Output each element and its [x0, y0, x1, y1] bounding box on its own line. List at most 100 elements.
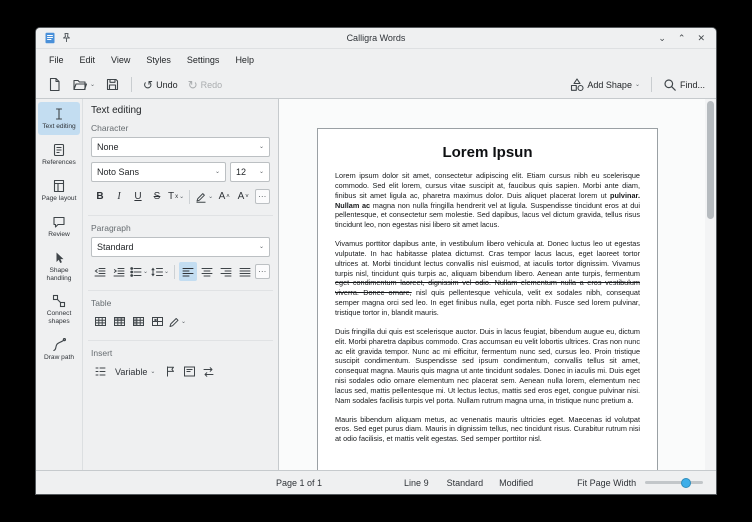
- titlebar-icons: [44, 32, 72, 44]
- titlebar[interactable]: Calligra Words ⌄ ⌃ ✕: [36, 28, 716, 49]
- maximize-button[interactable]: ⌃: [678, 33, 686, 44]
- font-size-select[interactable]: 12 ⌄: [230, 162, 270, 182]
- bookmark-flag-icon: [164, 365, 177, 378]
- sidebar-item-shape-handling[interactable]: Shape handling: [38, 246, 80, 287]
- pin-icon[interactable]: [61, 32, 72, 43]
- close-button[interactable]: ✕: [697, 33, 705, 44]
- paragraph-more-button[interactable]: ...: [255, 264, 270, 279]
- section-divider: [88, 340, 273, 341]
- underline-button[interactable]: U: [129, 187, 147, 206]
- open-document-button[interactable]: ⌄: [68, 74, 99, 96]
- modified-indicator: Modified: [499, 478, 533, 488]
- save-button[interactable]: [101, 74, 124, 96]
- table-of-contents-icon: [94, 365, 107, 378]
- sidebar-item-label: References: [42, 159, 76, 167]
- undo-button[interactable]: ↺ Undo: [139, 74, 182, 96]
- sidebar-item-review[interactable]: Review: [38, 210, 80, 243]
- insert-cross-reference-button[interactable]: [199, 362, 217, 381]
- redo-label: Redo: [201, 80, 223, 90]
- menu-styles[interactable]: Styles: [138, 51, 179, 69]
- align-left-button[interactable]: [179, 262, 197, 281]
- scrollbar-thumb[interactable]: [707, 101, 714, 219]
- sidebar-item-label: Shape handling: [39, 267, 79, 283]
- swap-arrows-icon: [202, 365, 215, 378]
- superscript-subscript-button[interactable]: Tx ⌄: [167, 187, 185, 206]
- new-document-button[interactable]: [43, 74, 66, 96]
- cursor-arrow-icon: [52, 251, 66, 265]
- sidebar-item-references[interactable]: References: [38, 138, 80, 171]
- insert-text-frame-button[interactable]: [180, 362, 198, 381]
- menu-view[interactable]: View: [103, 51, 138, 69]
- page-layout-icon: [52, 179, 66, 193]
- align-center-button[interactable]: [198, 262, 216, 281]
- menu-settings[interactable]: Settings: [179, 51, 228, 69]
- sidebar-item-label: Text editing: [42, 123, 75, 131]
- bullet-list-button[interactable]: ⌄: [129, 262, 149, 281]
- redo-button[interactable]: ↻ Redo: [184, 74, 227, 96]
- docker-title: Text editing: [91, 105, 270, 116]
- font-family-select[interactable]: Noto Sans ⌄: [91, 162, 226, 182]
- add-shape-button[interactable]: Add Shape ⌄: [566, 74, 644, 96]
- paragraph: Duis fringilla dui quis est scelerisque …: [335, 327, 640, 406]
- paragraph: Vivamus porttitor dapibus ante, in vesti…: [335, 239, 640, 318]
- folder-open-icon: [72, 77, 87, 92]
- font-size-value: 12: [236, 167, 246, 177]
- align-justify-button[interactable]: [236, 262, 254, 281]
- up-arrow-icon: ˄: [226, 194, 230, 200]
- sidebar-item-draw-path[interactable]: Draw path: [38, 333, 80, 366]
- sidebar-item-text-editing[interactable]: Text editing: [38, 102, 80, 135]
- page-indicator[interactable]: Page 1 of 1: [276, 478, 322, 488]
- references-icon: [52, 143, 66, 157]
- zoom-slider-handle[interactable]: [681, 478, 691, 488]
- sidebar-item-connect-shapes[interactable]: Connect shapes: [38, 289, 80, 330]
- table-border-pen-button[interactable]: ⌄: [167, 312, 187, 331]
- menu-help[interactable]: Help: [227, 51, 262, 69]
- statusbar: Page 1 of 1 Line 9 Standard Modified Fit…: [36, 470, 716, 494]
- section-divider: [88, 215, 273, 216]
- align-right-button[interactable]: [217, 262, 235, 281]
- find-button[interactable]: Find...: [659, 74, 709, 96]
- menu-edit[interactable]: Edit: [72, 51, 104, 69]
- insert-table-button[interactable]: [91, 312, 109, 331]
- paragraph-style-select[interactable]: Standard ⌄: [91, 237, 270, 257]
- document-page[interactable]: Lorem Ipsun Lorem ipsum dolor sit amet, …: [317, 128, 658, 470]
- italic-button[interactable]: I: [110, 187, 128, 206]
- delete-cells-button[interactable]: [148, 312, 166, 331]
- border-pen-icon: [168, 316, 180, 328]
- minimize-button[interactable]: ⌄: [658, 33, 666, 44]
- grow-font-button[interactable]: A˄: [215, 187, 233, 206]
- insert-row-button[interactable]: [110, 312, 128, 331]
- zoom-slider[interactable]: [645, 476, 703, 490]
- variable-dropdown[interactable]: Variable ⌄: [110, 362, 160, 381]
- character-more-button[interactable]: ...: [255, 189, 270, 204]
- connect-shapes-icon: [52, 294, 66, 308]
- down-arrow-icon: ˅: [245, 194, 249, 200]
- shrink-font-button[interactable]: A˅: [234, 187, 252, 206]
- indent-decrease-button[interactable]: [91, 262, 109, 281]
- menu-file[interactable]: File: [41, 51, 72, 69]
- indent-increase-button[interactable]: [110, 262, 128, 281]
- character-style-select[interactable]: None ⌄: [91, 137, 270, 157]
- chevron-down-icon: ⌄: [150, 369, 155, 375]
- new-document-icon: [47, 77, 62, 92]
- document-canvas[interactable]: Lorem Ipsun Lorem ipsum dolor sit amet, …: [279, 99, 716, 470]
- highlight-color-button[interactable]: ⌄: [194, 187, 214, 206]
- vertical-scrollbar[interactable]: [705, 99, 716, 470]
- paragraph-style-value: Standard: [97, 242, 134, 252]
- strikethrough-button[interactable]: S: [148, 187, 166, 206]
- chevron-down-icon: ⌄: [259, 144, 264, 150]
- line-indicator: Line 9: [404, 478, 429, 488]
- sidebar-item-label: Connect shapes: [39, 310, 79, 326]
- insert-column-button[interactable]: [129, 312, 147, 331]
- chevron-down-icon: ⌄: [208, 194, 213, 200]
- search-icon: [663, 78, 677, 92]
- insert-column-icon: [132, 315, 145, 328]
- insert-bookmark-button[interactable]: [161, 362, 179, 381]
- line-spacing-button[interactable]: ⌄: [150, 262, 170, 281]
- bullet-list-icon: [130, 266, 142, 278]
- insert-toc-button[interactable]: [91, 362, 109, 381]
- style-indicator: Standard: [447, 478, 484, 488]
- sidebar-item-page-layout[interactable]: Page layout: [38, 174, 80, 207]
- bold-button[interactable]: B: [91, 187, 109, 206]
- zoom-mode-button[interactable]: Fit Page Width: [577, 478, 636, 488]
